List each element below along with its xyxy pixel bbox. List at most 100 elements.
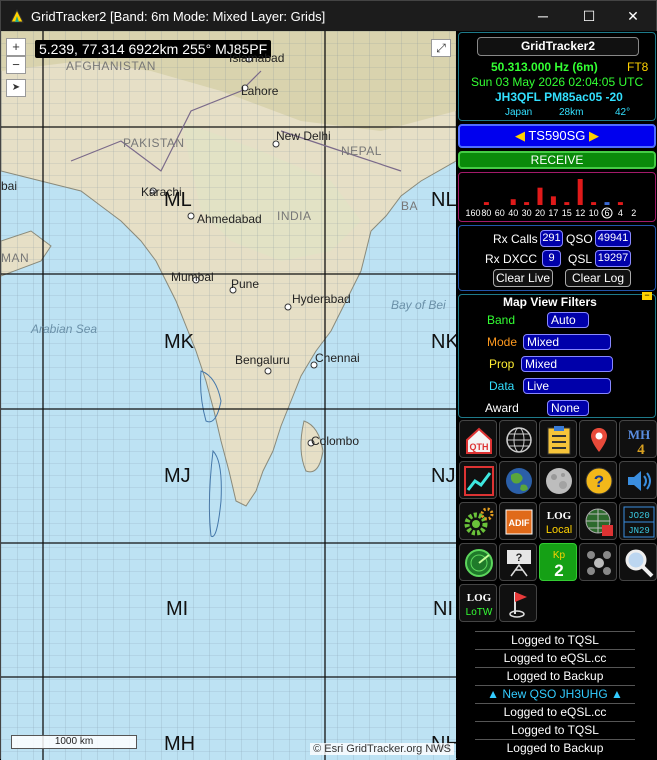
close-button[interactable]: ✕ [610,1,656,31]
station-readout[interactable]: JH3QFL PM85ac05 -20 [495,90,623,104]
band-activity-chart: 160 80 60 40 30 20 17 15 12 10 6 4 2 [465,179,636,219]
flag-button[interactable] [499,584,537,622]
data-filter-select[interactable]: Live [523,378,611,394]
receive-status-button[interactable]: RECEIVE [458,151,656,169]
band-label-2[interactable]: 2 [631,208,636,218]
map-pin-button[interactable] [579,420,617,458]
logbook-button[interactable] [539,420,577,458]
city-label-new-delhi: New Delhi [276,129,331,143]
chart-button[interactable] [459,461,497,499]
log-entry: Logged to TQSL [475,721,635,739]
kp-index-button[interactable]: Kp 2 [539,543,577,581]
earth-button[interactable] [499,461,537,499]
moon-button[interactable] [539,461,577,499]
svg-text:?: ? [594,472,604,491]
satellite-icon [587,551,611,575]
band-filter-select[interactable]: Auto [547,312,589,328]
award-filter-select[interactable]: None [547,400,589,416]
mh4-label: MH [628,427,650,442]
band-label-6[interactable]: 6 [604,208,609,218]
mh4-button[interactable]: MH 4 [619,420,657,458]
log-local-icon: LOG Local [546,510,572,536]
band-bar-4 [617,202,623,205]
clear-log-button[interactable]: Clear Log [565,269,631,287]
band-label-4[interactable]: 4 [618,208,623,218]
mode-readout: FT8 [627,60,649,74]
radar-button[interactable] [459,543,497,581]
band-label-15[interactable]: 15 [562,208,572,218]
clear-live-button[interactable]: Clear Live [493,269,553,287]
filters-collapse-button[interactable]: − [642,291,652,300]
frequency-readout: 50.313.000 Hz (6m) [491,60,598,74]
award-filter-label: Award [485,401,519,415]
band-label-40[interactable]: 40 [508,208,518,218]
band-label-160[interactable]: 160 [465,208,480,218]
log-lotw-button[interactable]: LOG LoTW [459,584,497,622]
adif-button[interactable]: ADIF [499,502,537,540]
grid-square-button[interactable]: JO20 JN29 [619,502,657,540]
fullscreen-button[interactable]: ⤢ [431,39,451,57]
grid-square-top: JO20 [628,511,650,521]
zoom-in-button[interactable]: + [6,38,26,56]
band-label-30[interactable]: 30 [522,208,532,218]
qsl-label: QSL [568,252,593,266]
help-button[interactable]: ? [579,461,617,499]
log-message-list: Logged to TQSL Logged to eQSL.cc Logged … [475,631,635,757]
band-label-20[interactable]: 20 [535,208,545,218]
rx-dxcc-label: Rx DXCC [485,252,538,266]
log-entry: Logged to eQSL.cc [475,649,635,667]
rx-dxcc-value: 9 [542,250,561,267]
grid-label-mj: MJ [164,465,191,487]
title-bar[interactable]: GridTracker2 [Band: 6m Mode: Mixed Layer… [1,1,656,31]
map-pin-icon [591,428,607,452]
log-entry-new-qso[interactable]: ▲ New QSO JH3UHG ▲ [475,685,635,703]
grid-label-nk: NK [431,331,456,353]
mh4-number: 4 [637,442,645,456]
gear-icon [464,507,494,536]
band-label-10[interactable]: 10 [589,208,599,218]
compass-icon[interactable]: ➤ [6,79,26,97]
grid-overlay-button[interactable] [579,502,617,540]
grid-label-mk: MK [164,331,194,353]
grid-label-ni: NI [433,598,453,620]
stats-panel: Rx Calls 291 QSO 49941 Rx DXCC 9 QSL 192… [458,225,656,291]
grid-globe-button[interactable] [499,420,537,458]
radio-name: TS590SG [528,128,586,143]
radio-next-icon[interactable]: ▶ [589,128,599,143]
band-label-12[interactable]: 12 [575,208,585,218]
search-button[interactable] [619,543,657,581]
band-bar-30 [524,202,530,205]
map-view[interactable]: + − ➤ 5.239, 77.314 6922km 255° MJ85PF ⤢… [1,31,456,760]
data-filter-label: Data [489,379,515,393]
city-label-dubai: bai [1,179,18,193]
grid-label-mi: MI [166,598,189,620]
maximize-button[interactable]: ☐ [566,1,612,31]
log-local-top: LOG [547,510,572,522]
satellite-button[interactable] [579,543,617,581]
app-title-button[interactable]: GridTracker2 [477,37,639,56]
qth-icon-label: QTH [470,442,489,452]
band-label-60[interactable]: 60 [495,208,505,218]
log-entry: Logged to Backup [475,739,635,757]
zoom-out-button[interactable]: − [6,56,26,74]
log-local-button[interactable]: LOG Local [539,502,577,540]
radio-prev-icon[interactable]: ◀ [515,128,525,143]
map-scale-bar: 1000 km [11,735,137,749]
city-label-ahmedabad: Ahmedabad [197,212,262,226]
audio-button[interactable] [619,461,657,499]
country-label-oman: MAN [1,251,30,265]
unknown-antenna-button[interactable]: ? [499,543,537,581]
qth-button[interactable]: QTH [459,420,497,458]
prop-filter-select[interactable]: Mixed [521,356,613,372]
minimize-button[interactable]: ─ [520,1,566,31]
band-label-80[interactable]: 80 [481,208,491,218]
band-activity-panel[interactable]: 160 80 60 40 30 20 17 15 12 10 6 4 2 [458,172,656,222]
grid-label-nl: NL [431,189,456,211]
mode-filter-select[interactable]: Mixed [523,334,611,350]
radio-selector[interactable]: ◀ TS590SG ▶ [458,124,656,148]
kp-index-icon: Kp 2 [553,550,566,579]
city-label-islamabad: Islamabad [229,51,285,65]
settings-button[interactable] [459,502,497,540]
band-label-17[interactable]: 17 [548,208,558,218]
band-filter-label: Band [487,313,516,327]
